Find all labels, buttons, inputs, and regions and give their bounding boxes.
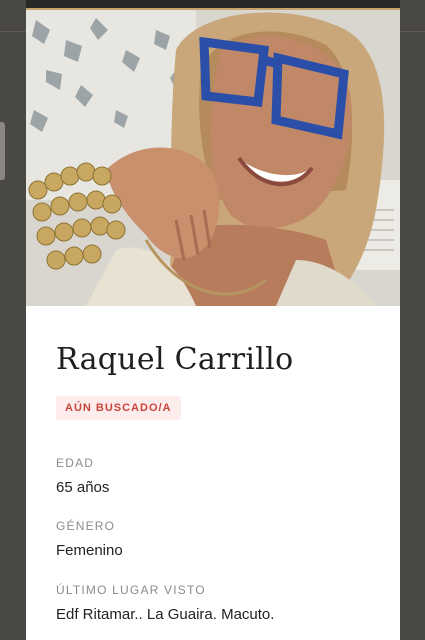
age-label: EDAD bbox=[56, 456, 95, 470]
last-seen-value: Edf Ritamar.. La Guaira. Macuto. bbox=[56, 606, 275, 623]
person-photo bbox=[26, 10, 400, 306]
age-value: 65 años bbox=[56, 479, 110, 496]
status-badge: AÚN BUSCADO/A bbox=[56, 396, 181, 420]
side-scroll-tab[interactable] bbox=[0, 122, 5, 180]
gender-label: GÉNERO bbox=[56, 519, 116, 533]
person-name: Raquel Carrillo bbox=[56, 342, 294, 377]
last-seen-label: ÚLTIMO LUGAR VISTO bbox=[56, 583, 206, 597]
gender-value: Femenino bbox=[56, 542, 123, 559]
person-card: Raquel Carrillo AÚN BUSCADO/A EDAD 65 añ… bbox=[26, 0, 400, 640]
